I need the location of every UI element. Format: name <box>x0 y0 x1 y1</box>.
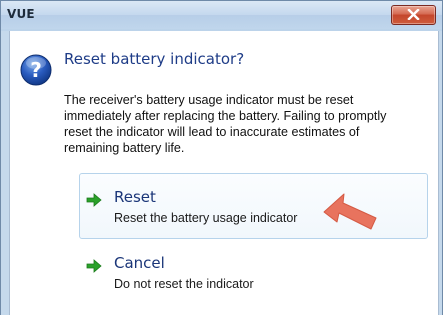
red-pointer-arrow <box>323 193 377 230</box>
green-arrow-icon <box>86 259 102 273</box>
svg-text:?: ? <box>30 58 42 82</box>
green-arrow-icon <box>86 193 102 207</box>
dialog-heading: Reset battery indicator? <box>64 50 245 68</box>
dialog-message: The receiver's battery usage indicator m… <box>64 93 387 155</box>
reset-command-description: Reset the battery usage indicator <box>114 211 298 225</box>
reset-command-title: Reset <box>114 188 156 206</box>
cancel-command-title: Cancel <box>114 254 165 272</box>
cancel-command-link[interactable]: Cancel Do not reset the indicator <box>79 249 428 301</box>
close-button[interactable] <box>391 5 436 25</box>
window-title: VUE <box>7 7 35 21</box>
cancel-command-description: Do not reset the indicator <box>114 277 254 291</box>
close-icon <box>407 9 420 20</box>
title-bar[interactable]: VUE <box>1 1 442 29</box>
question-icon: ? <box>20 54 52 86</box>
